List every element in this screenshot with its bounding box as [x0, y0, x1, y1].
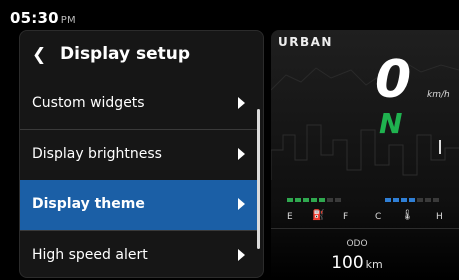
chevron-right-icon [238, 148, 245, 160]
gauge-segment [409, 198, 415, 202]
status-bar: 05:30 PM [0, 0, 459, 30]
fuel-full-label: F [343, 212, 349, 222]
gauge-segment [327, 198, 333, 202]
scrollbar[interactable] [257, 109, 260, 249]
gauge-segment [417, 198, 423, 202]
chevron-right-icon [238, 97, 245, 109]
menu-item-display-theme[interactable]: Display theme [20, 180, 257, 230]
gauge-segment [401, 198, 407, 202]
clock-ampm: PM [60, 15, 76, 26]
riding-mode: URBAN [278, 35, 333, 49]
menu-header: ❮ Display setup [20, 31, 263, 79]
gauge-segment [335, 198, 341, 202]
speed-readout: 0 [375, 50, 412, 110]
chevron-right-icon [238, 198, 245, 210]
odometer-number: 100 [331, 253, 364, 273]
temp-hot-label: H [436, 212, 443, 222]
gauge-segment [295, 198, 301, 202]
speed-unit: km/h [427, 90, 450, 100]
odometer-unit: km [365, 258, 383, 271]
gauge-segment [433, 198, 439, 202]
divider [271, 228, 459, 229]
gauge-segment [311, 198, 317, 202]
chevron-right-icon [238, 249, 245, 261]
gauge-segment [393, 198, 399, 202]
clock-time: 05:30 [10, 9, 59, 27]
menu-item-label: Display brightness [32, 146, 162, 162]
instrument-cluster-preview: URBAN 0 km/h N E ⛽ F C 🌡 H ODO 100 km [271, 30, 459, 280]
menu-item-high-speed-alert[interactable]: High speed alert [20, 231, 257, 277]
clock: 05:30 PM [10, 9, 76, 27]
gauge-segment [385, 198, 391, 202]
odometer-label: ODO [346, 239, 368, 249]
menu-title: Display setup [60, 44, 191, 64]
menu-item-custom-widgets[interactable]: Custom widgets [20, 79, 257, 129]
odometer-value: 100 km [271, 253, 443, 273]
back-chevron-icon[interactable]: ❮ [32, 45, 46, 65]
gauge-segment [319, 198, 325, 202]
menu-item-label: High speed alert [32, 247, 148, 263]
menu-item-label: Custom widgets [32, 95, 145, 111]
fuel-empty-label: E [287, 212, 293, 222]
temp-cold-label: C [375, 212, 382, 222]
rpm-marker [439, 140, 441, 154]
gauge-segment [287, 198, 293, 202]
menu-item-display-brightness[interactable]: Display brightness [20, 130, 257, 180]
gauge-segment [303, 198, 309, 202]
gear-indicator: N [379, 107, 403, 140]
menu-item-label: Display theme [32, 196, 145, 212]
display-setup-menu: ❮ Display setup Custom widgets Display b… [19, 30, 264, 278]
fuel-pump-icon: ⛽ [312, 210, 325, 221]
gauge-segment [425, 198, 431, 202]
thermometer-icon: 🌡 [401, 210, 414, 221]
